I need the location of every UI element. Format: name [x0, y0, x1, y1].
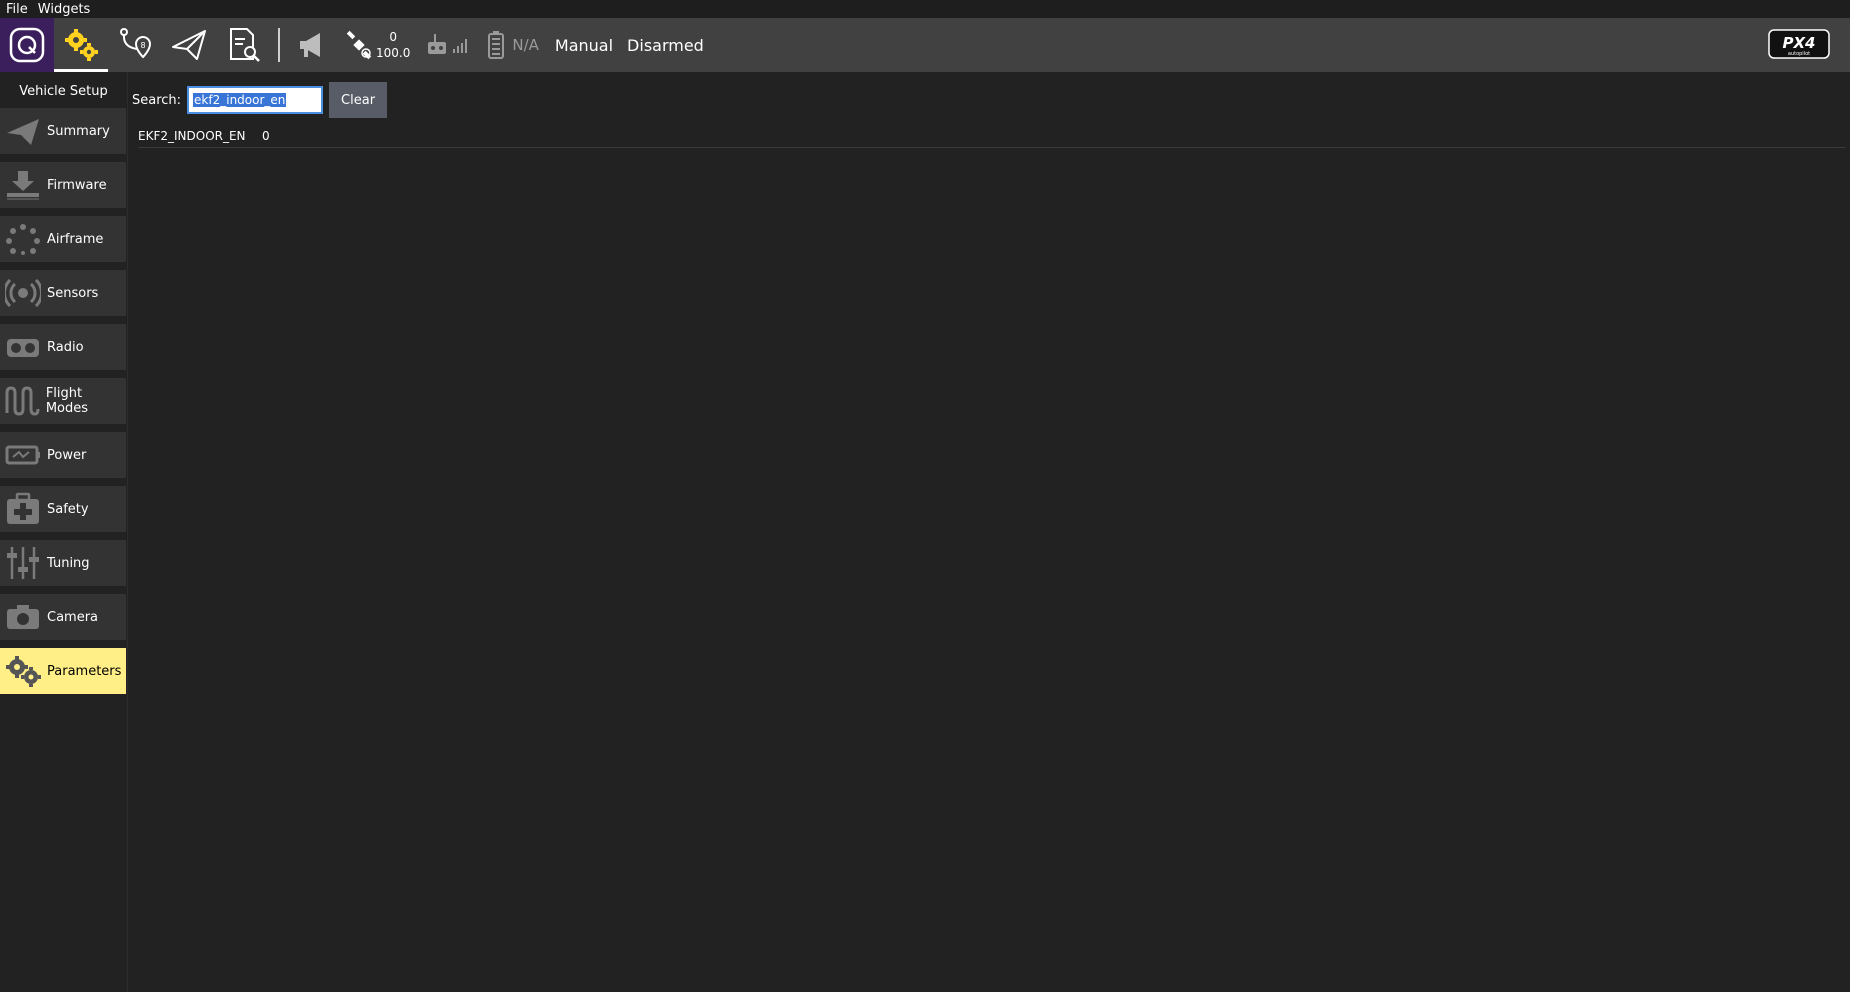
signal-strength-icon [453, 39, 468, 53]
sidebar-item-flight-modes[interactable]: Flight Modes [0, 378, 126, 424]
gps-count: 0 [389, 30, 397, 44]
fly-view-button[interactable] [162, 18, 216, 72]
search-input-value: ekf2_indoor_en [193, 93, 287, 107]
table-row[interactable]: EKF2_INDOOR_EN 0 [138, 124, 1846, 148]
parameters-panel: Search: ekf2_indoor_en Clear EKF2_INDOOR… [130, 72, 1850, 992]
svg-text:PX4: PX4 [1783, 34, 1816, 52]
menu-widgets[interactable]: Widgets [38, 2, 91, 17]
analyze-view-button[interactable] [216, 18, 270, 72]
paper-plane-icon [3, 111, 43, 151]
camera-icon [3, 597, 43, 637]
radio-controller-icon [3, 327, 43, 367]
analyze-document-icon [230, 28, 260, 62]
sidebar-item-label: Safety [47, 501, 89, 517]
sidebar-item-camera[interactable]: Camera [0, 594, 126, 640]
sidebar-item-summary[interactable]: Summary [0, 108, 126, 154]
rc-rssi-indicator[interactable] [426, 32, 470, 58]
vehicle-setup-gears-icon [65, 29, 98, 61]
svg-text:autopilot: autopilot [1788, 51, 1810, 57]
sidebar-item-tuning[interactable]: Tuning [0, 540, 126, 586]
sidebar-item-label: Flight Modes [45, 386, 89, 416]
gears-icon [3, 651, 43, 691]
svg-text:8: 8 [140, 41, 145, 50]
flight-modes-wave-icon [3, 381, 42, 421]
vehicle-setup-button[interactable] [54, 18, 108, 72]
download-icon [3, 165, 43, 205]
plan-waypoint-icon: 8 [120, 28, 152, 59]
sidebar-item-parameters[interactable]: Parameters [0, 648, 126, 694]
airframe-dots-icon [3, 219, 43, 259]
sidebar-item-label: Power [47, 447, 87, 463]
sidebar-item-label: Radio [47, 339, 84, 355]
menu-bar: File Widgets [0, 0, 1850, 18]
gps-indicator[interactable]: 0 100.0 [344, 29, 410, 61]
battery-indicator[interactable]: N/A [486, 30, 539, 60]
search-input[interactable]: ekf2_indoor_en [187, 86, 324, 114]
sidebar-item-label: Parameters [47, 663, 122, 679]
messages-indicator[interactable] [296, 29, 328, 61]
first-aid-kit-icon [3, 489, 43, 529]
sidebar-item-airframe[interactable]: Airframe [0, 216, 126, 262]
sidebar-item-label: Airframe [47, 231, 104, 247]
battery-text: N/A [512, 36, 539, 54]
satellite-icon [346, 30, 372, 60]
param-name: EKF2_INDOOR_EN [138, 128, 246, 143]
px4-logo-icon: PX4 autopilot [1768, 29, 1830, 59]
sidebar-item-label: Tuning [47, 555, 90, 571]
vehicle-setup-sidebar: Vehicle Setup Summary Firmware Airframe … [0, 72, 128, 992]
fly-paper-plane-icon [172, 30, 206, 60]
sidebar-title: Vehicle Setup [19, 84, 108, 99]
sidebar-item-label: Firmware [47, 177, 107, 193]
plan-view-button[interactable]: 8 [108, 18, 162, 72]
main-toolbar: 8 0 100.0 N/A Manual Disarmed PX4 autopi… [0, 18, 1850, 72]
sidebar-item-label: Sensors [47, 285, 99, 301]
clear-button[interactable]: Clear [329, 82, 388, 118]
sidebar-item-safety[interactable]: Safety [0, 486, 126, 532]
battery-icon [488, 31, 505, 59]
gps-hdop: 100.0 [376, 46, 411, 60]
sensor-waves-icon [3, 273, 43, 313]
qgc-logo-icon [9, 27, 45, 63]
toolbar-separator [278, 28, 280, 62]
qgc-logo-button[interactable] [0, 18, 54, 72]
param-value: 0 [262, 128, 270, 143]
sidebar-item-sensors[interactable]: Sensors [0, 270, 126, 316]
megaphone-icon [300, 33, 320, 57]
arm-status[interactable]: Disarmed [627, 36, 704, 55]
menu-file[interactable]: File [6, 2, 28, 17]
sidebar-item-radio[interactable]: Radio [0, 324, 126, 370]
search-row: Search: ekf2_indoor_en Clear [132, 82, 388, 118]
battery-power-icon [3, 435, 43, 475]
sidebar-item-power[interactable]: Power [0, 432, 126, 478]
sidebar-item-label: Camera [47, 609, 99, 625]
search-label: Search: [132, 92, 182, 108]
sidebar-item-firmware[interactable]: Firmware [0, 162, 126, 208]
sidebar-item-label: Summary [47, 123, 110, 139]
sliders-icon [3, 543, 43, 583]
rc-transmitter-icon [428, 34, 447, 54]
flight-mode[interactable]: Manual [555, 36, 613, 55]
px4-logo: PX4 autopilot [1768, 28, 1830, 64]
